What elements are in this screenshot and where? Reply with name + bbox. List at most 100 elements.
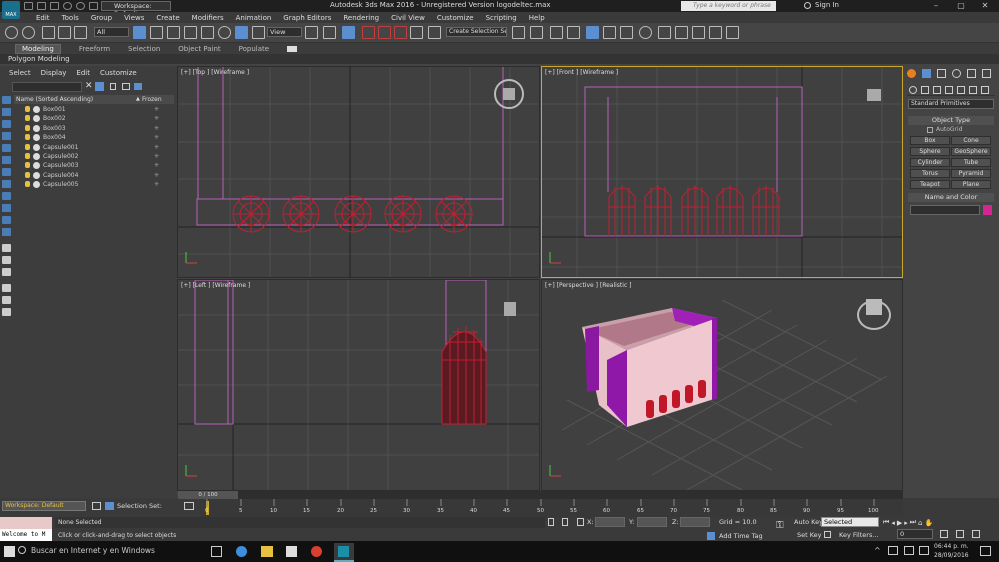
menu-scripting[interactable]: Scripting [480, 14, 523, 22]
geometry-category-icon[interactable] [909, 86, 917, 94]
frozen-icon[interactable]: ✳ [154, 143, 159, 152]
zoom-extents-icon[interactable]: ⌂ [918, 519, 922, 527]
box-button[interactable]: Box [910, 136, 950, 145]
frozen-icon[interactable]: ✳ [154, 152, 159, 161]
display-frozen-icon[interactable] [2, 228, 11, 236]
list-item[interactable]: Capsule005 ✳ [14, 180, 174, 189]
window-crossing-icon[interactable] [184, 26, 197, 39]
auto-key-button[interactable]: Auto Key [794, 518, 823, 526]
torus-button[interactable]: Torus [910, 169, 950, 178]
align-icon[interactable] [530, 26, 543, 39]
reference-coordinate-dropdown[interactable]: View [267, 27, 302, 37]
display-all-objects-icon[interactable] [2, 256, 11, 264]
display-geometry-icon[interactable] [2, 108, 11, 116]
key-filters-icon[interactable] [824, 531, 831, 538]
scene-menu-edit[interactable]: Edit [76, 69, 90, 77]
menu-graph-editors[interactable]: Graph Editors [277, 14, 337, 22]
save-file-icon[interactable] [50, 2, 59, 10]
teapot-button[interactable]: Teapot [910, 180, 950, 189]
display-all-icon[interactable] [2, 96, 11, 104]
pyramid-button[interactable]: Pyramid [951, 169, 991, 178]
edit-named-selection-icon[interactable] [428, 26, 441, 39]
file-explorer-icon[interactable] [261, 546, 273, 557]
object-color-swatch[interactable] [983, 205, 992, 215]
object-type-rollout[interactable]: Object Type [908, 116, 994, 125]
play-icon[interactable]: ▶ [897, 519, 902, 527]
list-item[interactable]: Capsule002 ✳ [14, 152, 174, 161]
display-groups-icon[interactable] [2, 180, 11, 188]
keyboard-shortcut-icon[interactable] [342, 26, 355, 39]
lock-icon[interactable] [110, 83, 116, 90]
select-rotate-icon[interactable] [218, 26, 231, 39]
tray-chevron-icon[interactable]: ^ [874, 546, 881, 555]
menu-customize[interactable]: Customize [431, 14, 480, 22]
frozen-icon[interactable]: ✳ [154, 124, 159, 133]
menu-rendering[interactable]: Rendering [337, 14, 385, 22]
task-view-icon[interactable] [211, 546, 222, 557]
visibility-icon[interactable] [25, 153, 30, 159]
viewcube-icon[interactable] [866, 299, 882, 315]
frozen-column-header[interactable]: Frozen [142, 95, 162, 104]
project-folder-icon[interactable] [89, 2, 98, 10]
scene-filter-input[interactable] [12, 82, 82, 92]
menu-group[interactable]: Group [85, 14, 118, 22]
select-link-icon[interactable] [42, 26, 55, 39]
display-lights-icon[interactable] [2, 132, 11, 140]
bind-space-warp-icon[interactable] [74, 26, 87, 39]
name-column-header[interactable]: Name (Sorted Ascending) [16, 95, 93, 104]
go-to-start-icon[interactable]: ⏮ [883, 518, 889, 527]
display-containers-icon[interactable] [2, 216, 11, 224]
frozen-icon[interactable]: ✳ [154, 105, 159, 114]
cone-button[interactable]: Cone [951, 136, 991, 145]
viewport-left[interactable]: [+] [Left ] [Wireframe ] [177, 279, 540, 491]
clock-time[interactable]: 06:44 p. m. [934, 543, 969, 550]
edge-browser-icon[interactable] [236, 546, 247, 557]
sphere-button[interactable]: Sphere [910, 147, 950, 156]
app-logo-icon[interactable]: MAX [2, 1, 20, 19]
display-cameras-icon[interactable] [2, 144, 11, 152]
hierarchy-tab-icon[interactable] [937, 69, 946, 78]
next-frame-icon[interactable]: ▸ [904, 519, 908, 527]
frozen-icon[interactable]: ✳ [154, 133, 159, 142]
display-spacewarps-icon[interactable] [2, 168, 11, 176]
tube-button[interactable]: Tube [951, 158, 991, 167]
visibility-icon[interactable] [25, 106, 30, 112]
minimize-button[interactable]: – [928, 0, 944, 12]
filter-icon[interactable] [2, 284, 11, 292]
mirror-icon[interactable] [512, 26, 525, 39]
menu-modifiers[interactable]: Modifiers [186, 14, 230, 22]
cameras-category-icon[interactable] [945, 86, 953, 94]
invert-icon[interactable] [2, 296, 11, 304]
key-icon[interactable]: ⚿ [776, 521, 790, 531]
maxscript-welcome[interactable]: Welcome to M [0, 529, 52, 541]
y-coordinate-input[interactable] [637, 517, 667, 527]
close-button[interactable]: ✕ [977, 0, 993, 12]
list-item[interactable]: Capsule003 ✳ [14, 161, 174, 170]
systems-category-icon[interactable] [981, 86, 989, 94]
layer-manager-icon[interactable] [550, 26, 563, 39]
display-bones-icon[interactable] [2, 204, 11, 212]
frozen-icon[interactable]: ✳ [154, 161, 159, 170]
store-icon[interactable] [286, 546, 297, 557]
frozen-icon[interactable]: ✳ [154, 114, 159, 123]
viewport-front[interactable]: [+] [Front ] [Wireframe ] [541, 66, 903, 278]
sync-icon[interactable] [2, 308, 11, 316]
display-tab-icon[interactable] [967, 69, 976, 78]
pivot-center-icon[interactable] [305, 26, 318, 39]
isolate-selection-icon[interactable] [548, 518, 554, 526]
list-item[interactable]: Capsule001 ✳ [14, 143, 174, 152]
viewcube-icon[interactable] [504, 302, 516, 316]
scene-menu-customize[interactable]: Customize [100, 69, 137, 77]
tab-selection[interactable]: Selection [128, 45, 160, 53]
unlink-icon[interactable] [58, 26, 71, 39]
render-iterative-icon[interactable] [709, 26, 722, 39]
object-name-input[interactable] [910, 205, 980, 215]
tab-freeform[interactable]: Freeform [79, 45, 110, 53]
network-icon[interactable] [888, 546, 898, 555]
sign-in-link[interactable]: Sign In [815, 1, 839, 9]
select-move-icon[interactable] [201, 26, 214, 39]
display-none-icon[interactable] [2, 268, 11, 276]
orbit-icon[interactable] [956, 530, 964, 538]
place-icon[interactable] [252, 26, 265, 39]
viewport-top[interactable]: [+] [Top ] [Wireframe ] [177, 66, 540, 278]
